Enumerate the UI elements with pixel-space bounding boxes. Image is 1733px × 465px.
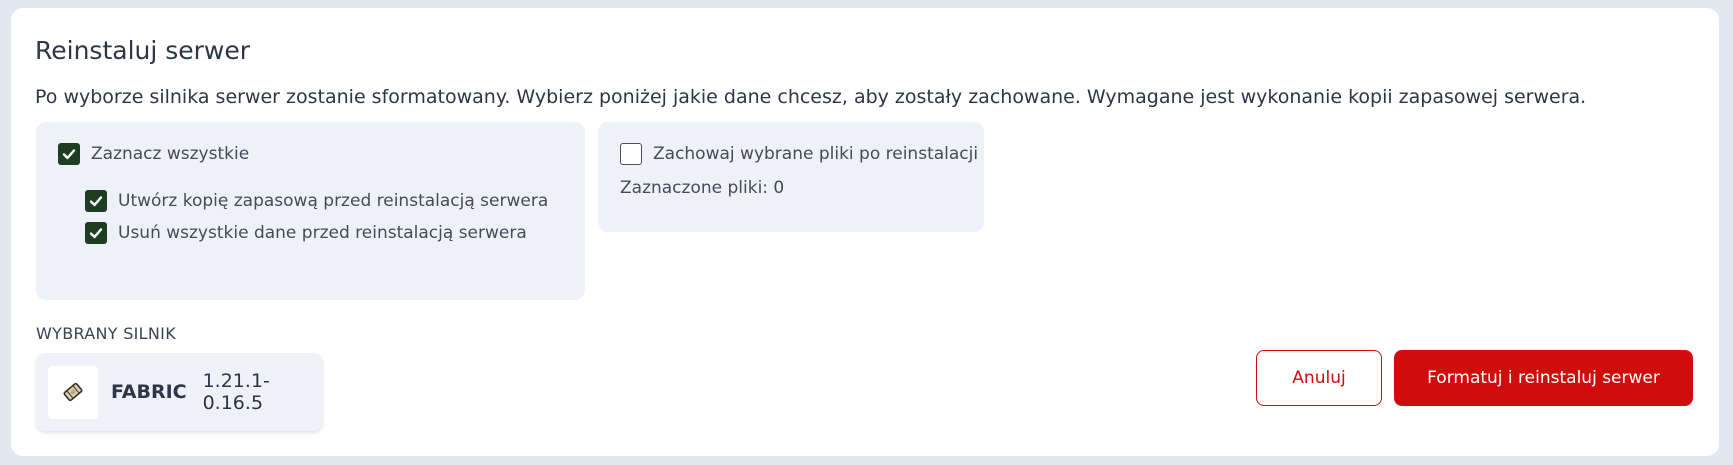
selected-files-count: Zaznaczone pliki: 0: [620, 178, 785, 198]
select-all-label: Zaznacz wszystkie: [91, 144, 250, 164]
reinstall-dialog: Reinstaluj serwer Po wyborze silnika ser…: [11, 8, 1719, 456]
delete-all-label: Usuń wszystkie dane przed reinstalacją s…: [118, 223, 527, 243]
select-all-checkbox[interactable]: Zaznacz wszystkie: [58, 143, 249, 165]
engine-version: 1.21.1-0.16.5: [202, 370, 270, 414]
engine-section-label: WYBRANY SILNIK: [36, 324, 176, 343]
keep-files-label: Zachowaj wybrane pliki po reinstalacji: [653, 144, 979, 164]
backup-checkbox[interactable]: Utwórz kopię zapasową przed reinstalacją…: [85, 190, 548, 212]
dialog-title: Reinstaluj serwer: [35, 36, 251, 65]
checkbox-checked-icon[interactable]: [85, 190, 107, 212]
data-options-panel: Zaznacz wszystkie Utwórz kopię zapasową …: [36, 122, 585, 300]
checkbox-checked-icon[interactable]: [58, 143, 80, 165]
delete-all-checkbox[interactable]: Usuń wszystkie dane przed reinstalacją s…: [85, 222, 527, 244]
format-reinstall-button[interactable]: Formatuj i reinstaluj serwer: [1394, 350, 1693, 406]
dialog-description: Po wyborze silnika serwer zostanie sform…: [35, 86, 1587, 108]
cancel-button[interactable]: Anuluj: [1256, 350, 1382, 406]
backup-label: Utwórz kopię zapasową przed reinstalacją…: [118, 191, 549, 211]
checkbox-unchecked-icon[interactable]: [620, 143, 642, 165]
keep-files-panel: Zachowaj wybrane pliki po reinstalacji Z…: [598, 122, 984, 232]
selected-engine-card: FABRIC 1.21.1-0.16.5: [36, 353, 323, 431]
checkbox-checked-icon[interactable]: [85, 222, 107, 244]
fabric-logo-icon: [48, 365, 98, 419]
keep-files-checkbox[interactable]: Zachowaj wybrane pliki po reinstalacji: [620, 143, 978, 165]
engine-name: FABRIC: [110, 381, 187, 403]
